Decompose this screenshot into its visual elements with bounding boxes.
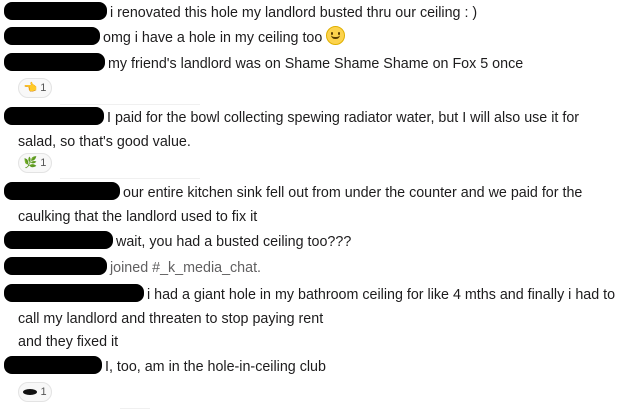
message-text: my friend's landlord was on Shame Shame … (108, 56, 524, 72)
divider (60, 104, 200, 105)
message-text: salad, so that's good value. (18, 134, 191, 150)
message-row: i renovated this hole my landlord busted… (0, 1, 637, 25)
reaction-pill[interactable]: 🌿 1 (18, 153, 52, 173)
redacted-username (4, 257, 107, 275)
message-text: caulking that the landlord used to fix i… (18, 209, 258, 225)
message-text: our entire kitchen sink fell out from un… (123, 185, 583, 201)
hole-icon (23, 389, 38, 395)
message-text: I paid for the bowl collecting spewing r… (107, 110, 580, 126)
message-text: omg i have a hole in my ceiling too (103, 30, 323, 46)
message-text: i had a giant hole in my bathroom ceilin… (147, 287, 616, 303)
redacted-username (4, 27, 100, 45)
message-text: wait, you had a busted ceiling too??? (116, 234, 352, 250)
message-row: and they fixed it (0, 330, 637, 354)
message-row: our entire kitchen sink fell out from un… (0, 181, 637, 229)
reaction-count: 1 (40, 82, 47, 94)
redacted-username (4, 284, 144, 302)
message-text: i renovated this hole my landlord busted… (110, 5, 478, 21)
message-row: I, too, am in the hole-in-ceiling club (0, 355, 637, 379)
message-row: my friend's landlord was on Shame Shame … (0, 52, 637, 76)
message-row: joined #_k_media_chat. (0, 256, 637, 280)
redacted-username (4, 182, 120, 200)
reaction-count: 1 (40, 157, 47, 169)
system-message-text: joined #_k_media_chat. (110, 260, 262, 276)
message-text: I, too, am in the hole-in-ceiling club (105, 359, 326, 375)
divider (60, 178, 200, 179)
reaction-count: 1 (40, 386, 47, 398)
message-text: and they fixed it (18, 334, 119, 350)
pointing-hand-icon: 👈 (23, 81, 38, 94)
redacted-username (4, 53, 105, 71)
redacted-username (4, 356, 102, 374)
message-text: call my landlord and threaten to stop pa… (18, 311, 324, 327)
message-row: i had a giant hole in my bathroom ceilin… (0, 283, 637, 331)
message-row: I paid for the bowl collecting spewing r… (0, 106, 637, 154)
message-row: omg i have a hole in my ceiling too (0, 26, 637, 50)
redacted-username (4, 107, 104, 125)
smiley-face-icon (326, 26, 346, 45)
divider (120, 408, 150, 409)
reaction-pill[interactable]: 1 (18, 382, 52, 402)
reaction-pill[interactable]: 👈 1 (18, 78, 52, 98)
redacted-username (4, 2, 107, 20)
herb-icon: 🌿 (23, 156, 38, 169)
redacted-username (4, 231, 113, 249)
message-row: wait, you had a busted ceiling too??? (0, 230, 637, 254)
